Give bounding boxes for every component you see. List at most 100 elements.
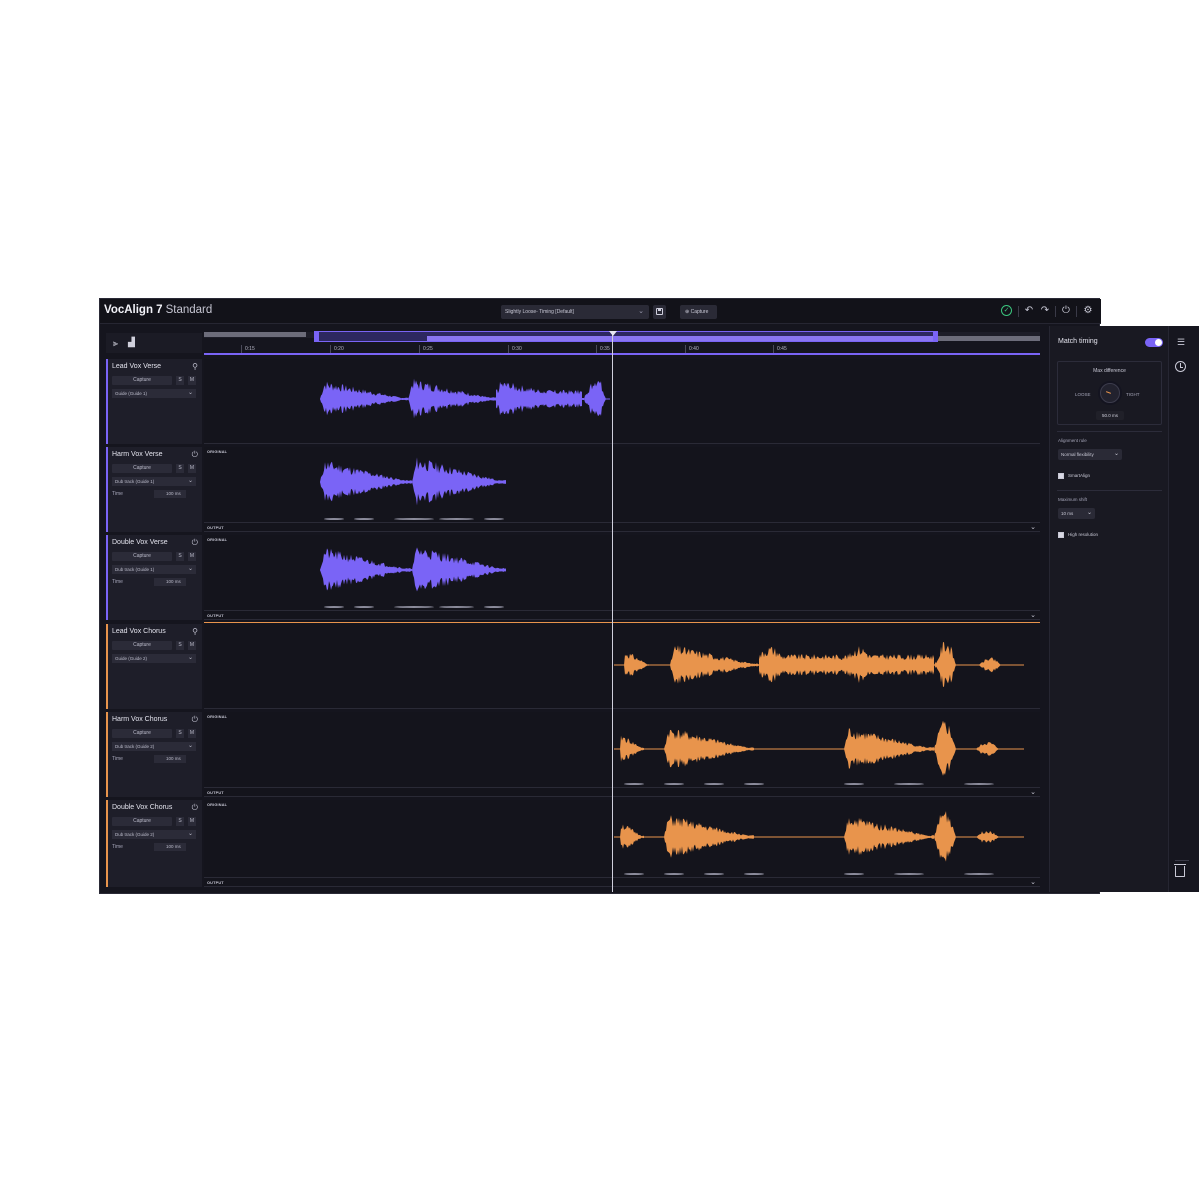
solo-button[interactable]: S	[176, 464, 184, 473]
power-icon[interactable]: ⏻	[192, 450, 198, 460]
output-label: OUTPUT	[207, 614, 224, 618]
solo-button[interactable]: S	[176, 641, 184, 650]
mute-button[interactable]: M	[188, 464, 196, 473]
mute-button[interactable]: M	[188, 817, 196, 826]
maximum-shift-select[interactable]: 10 ms ⌄	[1058, 508, 1095, 519]
track-header-lead-vox-chorus[interactable]: Lead Vox Chorus ⚲ Capture S M Guide (Gui…	[106, 624, 202, 709]
trash-icon[interactable]	[1174, 864, 1186, 877]
track-role-select[interactable]: Guide (Guide 2) ⌄	[112, 654, 196, 663]
time-input[interactable]: 100 ms	[154, 843, 186, 851]
app-title: VocAlign 7 Standard	[104, 304, 212, 316]
track-lane-lead-vox-verse[interactable]	[204, 359, 1040, 444]
list-icon[interactable]: ☰	[1177, 337, 1185, 348]
undo-icon[interactable]: ↶	[1023, 305, 1035, 317]
output-divider	[204, 877, 1040, 878]
capture-button[interactable]: Capture	[112, 729, 172, 738]
waveform-view-icon[interactable]: ⫸	[113, 338, 118, 349]
gear-icon[interactable]: ⚙	[1082, 305, 1094, 317]
waveform	[320, 378, 610, 419]
smartalign-checkbox[interactable]	[1058, 473, 1064, 479]
track-role-select[interactable]: Dub track (Guide 2) ⌄	[112, 742, 196, 751]
capture-button[interactable]: Capture	[112, 552, 172, 561]
chevron-down-icon[interactable]: ⌄	[1030, 611, 1036, 619]
time-unit: ms	[174, 491, 181, 496]
track-role-select[interactable]: Dub track (Guide 1) ⌄	[112, 477, 196, 486]
solo-button[interactable]: S	[176, 376, 184, 385]
pin-icon[interactable]: ⚲	[192, 627, 198, 636]
chevron-down-icon[interactable]: ⌄	[1030, 878, 1036, 886]
timeline: 0:15 0:20 0:25 0:30 0:35 0:40 0:45	[204, 329, 1040, 357]
max-difference-value[interactable]: 50.0 ms	[1096, 411, 1124, 420]
playhead-marker[interactable]	[609, 331, 617, 336]
history-icon[interactable]	[1175, 361, 1186, 372]
overview-region	[204, 332, 306, 337]
solo-button[interactable]: S	[176, 552, 184, 561]
track-header-double-vox-verse[interactable]: Double Vox Verse ⏻ Capture S M Dub track…	[106, 535, 202, 620]
waveform	[320, 547, 506, 608]
maximum-shift-label: Maximum shift	[1058, 497, 1088, 502]
pin-icon[interactable]: ⚲	[192, 362, 198, 371]
output-divider	[204, 610, 1040, 611]
time-label: Time	[112, 844, 123, 850]
spectrum-view-icon[interactable]: ▟	[128, 337, 135, 348]
redo-icon[interactable]: ↷	[1039, 305, 1051, 317]
check-circle-icon[interactable]: ✓	[1001, 305, 1012, 316]
preset-select[interactable]: Slightly Loose- Timing [Default] ⌄	[501, 305, 649, 319]
track-role-select[interactable]: Guide (Guide 1) ⌄	[112, 389, 196, 398]
track-header-harm-vox-verse[interactable]: Harm Vox Verse ⏻ Capture S M Dub track (…	[106, 447, 202, 532]
save-preset-button[interactable]	[653, 305, 666, 319]
time-value: 100	[166, 491, 174, 496]
mute-button[interactable]: M	[188, 376, 196, 385]
capture-button[interactable]: Capture	[112, 641, 172, 650]
capture-all-label: Capture	[690, 309, 709, 315]
match-timing-toggle[interactable]	[1145, 338, 1163, 347]
time-input[interactable]: 100 ms	[154, 490, 186, 498]
ruler-tick: 0:25	[419, 345, 433, 353]
track-lane-lead-vox-chorus[interactable]	[204, 624, 1040, 709]
capture-button[interactable]: Capture	[112, 464, 172, 473]
capture-button[interactable]: Capture	[112, 817, 172, 826]
overview-region	[937, 336, 1040, 341]
panel-divider	[1057, 490, 1162, 491]
mute-button[interactable]: M	[188, 641, 196, 650]
zoom-handle-left[interactable]	[314, 331, 319, 342]
chevron-down-icon[interactable]: ⌄	[1030, 788, 1036, 796]
track-name: Double Vox Verse	[112, 539, 168, 546]
capture-all-button[interactable]: ⊕ Capture	[680, 305, 717, 319]
zoom-handle-right[interactable]	[933, 331, 938, 342]
alignment-rule-select[interactable]: Normal flexibility ⌄	[1058, 449, 1122, 460]
time-value: 100	[166, 579, 174, 584]
save-icon	[656, 308, 663, 315]
mute-button[interactable]: M	[188, 729, 196, 738]
track-lane-double-vox-chorus[interactable]: ORIGINAL OUTPUT ⌄	[204, 800, 1040, 887]
mute-button[interactable]: M	[188, 552, 196, 561]
power-icon[interactable]: ⏻	[192, 715, 198, 725]
title-bar: VocAlign 7 Standard Slightly Loose- Timin…	[100, 299, 1101, 324]
track-header-harm-vox-chorus[interactable]: Harm Vox Chorus ⏻ Capture S M Dub track …	[106, 712, 202, 797]
track-role-select[interactable]: Dub track (Guide 1) ⌄	[112, 565, 196, 574]
waveform	[614, 720, 1024, 785]
playhead[interactable]	[612, 334, 613, 892]
track-header-lead-vox-verse[interactable]: Lead Vox Verse ⚲ Capture S M Guide (Guid…	[106, 359, 202, 444]
track-header-double-vox-chorus[interactable]: Double Vox Chorus ⏻ Capture S M Dub trac…	[106, 800, 202, 887]
solo-button[interactable]: S	[176, 729, 184, 738]
track-lane-double-vox-verse[interactable]: ORIGINAL OUTPUT ⌄	[204, 535, 1040, 620]
track-role-label: Dub track (Guide 2)	[115, 744, 155, 749]
track-lane-harm-vox-chorus[interactable]: ORIGINAL OUTPUT ⌄	[204, 712, 1040, 797]
time-ruler[interactable]: 0:15 0:20 0:25 0:30 0:35 0:40 0:45	[204, 345, 1040, 355]
power-icon[interactable]: ⏻	[192, 803, 198, 813]
track-name: Lead Vox Chorus	[112, 628, 166, 635]
max-difference-box: Max difference LOOSE TIGHT 50.0 ms	[1057, 361, 1162, 425]
chevron-down-icon[interactable]: ⌄	[1030, 523, 1036, 531]
power-icon[interactable]: ⏻	[192, 538, 198, 548]
capture-button[interactable]: Capture	[112, 376, 172, 385]
track-role-select[interactable]: Dub track (Guide 2) ⌄	[112, 830, 196, 839]
power-icon[interactable]: ⏻	[1060, 305, 1072, 317]
high-resolution-checkbox[interactable]	[1058, 532, 1064, 538]
side-divider	[1175, 860, 1189, 861]
time-input[interactable]: 100 ms	[154, 755, 186, 763]
track-lane-harm-vox-verse[interactable]: ORIGINAL OUTPUT ⌄	[204, 447, 1040, 532]
solo-button[interactable]: S	[176, 817, 184, 826]
time-input[interactable]: 100 ms	[154, 578, 186, 586]
max-difference-knob[interactable]	[1100, 383, 1120, 403]
